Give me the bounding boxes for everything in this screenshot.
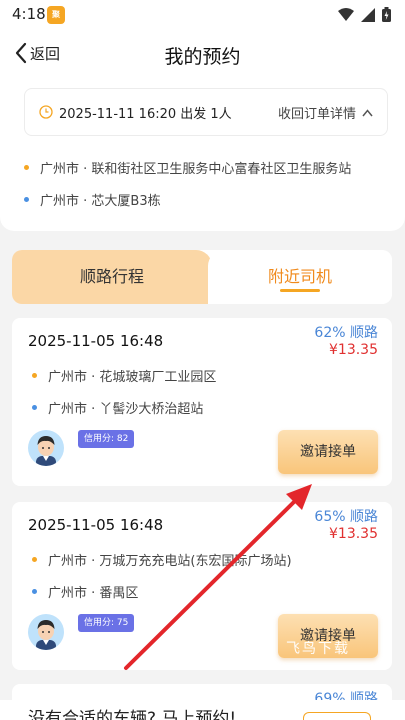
collapse-label: 收回订单详情 [277,107,356,122]
route-match: 65% 顺路 [314,509,378,525]
driver-time: 2025-11-05 16:48 [28,516,164,534]
bottom-banner-text: 没有合适的车辆? 马上预约! [28,709,237,720]
driver-origin-text: 广州市 · 花城玻璃厂工业园区 [48,370,217,385]
driver-card[interactable]: 2025-11-05 16:48 62% 顺路 ¥13.35 广州市 · 花城玻… [12,318,392,486]
watermark: 飞鸟下载 [286,641,350,657]
trip-datetime: 2025-11-11 16:20 出发 1人 [59,107,232,122]
bottom-banner-button[interactable] [303,712,371,720]
chevron-up-icon [362,108,373,116]
trip-origin: 广州市 · 联和街社区卫生服务中心富春社区卫生服务站 [24,158,351,177]
credit-score-badge: 信用分: 75 [78,614,135,632]
price: ¥13.35 [329,526,378,542]
credit-score-badge: 信用分: 82 [78,430,135,448]
signal-icon [361,7,375,22]
wifi-icon [338,7,354,21]
tab-nearby-drivers-label: 附近司机 [267,267,332,286]
page-title: 我的预约 [164,46,241,68]
active-tab-indicator [280,289,320,292]
route-match: 62% 顺路 [314,325,378,341]
driver-origin-text: 广州市 · 万城万充充电站(东宏国际广场站) [48,554,292,569]
tab-nearby-drivers[interactable]: 附近司机 [208,250,392,304]
destination-dot-icon [32,589,37,594]
trip-header: 2025-11-11 16:20 出发 1人 收回订单详情 [24,88,388,136]
driver-destination-text: 广州市 · 番禺区 [48,586,139,601]
battery-icon [382,7,391,22]
notification-icon: 聚 [47,6,65,24]
trip-summary-card: 2025-11-11 16:20 出发 1人 收回订单详情 广州市 · 联和街社… [0,76,405,231]
system-icons [338,7,391,22]
driver-origin: 广州市 · 花城玻璃厂工业园区 [32,366,216,385]
driver-destination: 广州市 · 番禺区 [32,582,138,601]
clock-icon [39,105,53,119]
person-icon [36,436,56,466]
driver-origin: 广州市 · 万城万充充电站(东宏国际广场站) [32,550,292,569]
status-time: 4:18 [12,5,46,23]
trip-origin-text: 广州市 · 联和街社区卫生服务中心富春社区卫生服务站 [40,162,352,177]
driver-destination-text: 广州市 · 丫髻沙大桥治超站 [48,402,204,417]
driver-avatar[interactable] [28,430,64,466]
origin-dot-icon [32,557,37,562]
destination-dot-icon [32,405,37,410]
origin-dot-icon [24,165,29,170]
price: ¥13.35 [329,342,378,358]
trip-destination: 广州市 · 芯大厦B3栋 [24,190,161,209]
destination-dot-icon [24,197,29,202]
status-bar: 4:18 聚 [0,0,405,30]
tab-bar: 顺路行程 附近司机 [12,250,392,304]
invite-button[interactable]: 邀请接单 [278,430,378,474]
driver-avatar[interactable] [28,614,64,650]
bottom-banner: 没有合适的车辆? 马上预约! [0,700,405,720]
collapse-details-button[interactable]: 收回订单详情 [278,103,373,122]
driver-destination: 广州市 · 丫髻沙大桥治超站 [32,398,203,417]
origin-dot-icon [32,373,37,378]
app-header: 返回 我的预约 [0,30,405,76]
person-icon [36,620,56,650]
tab-route-trips[interactable]: 顺路行程 [12,250,212,304]
trip-destination-text: 广州市 · 芯大厦B3栋 [40,194,161,209]
driver-time: 2025-11-05 16:48 [28,332,164,350]
